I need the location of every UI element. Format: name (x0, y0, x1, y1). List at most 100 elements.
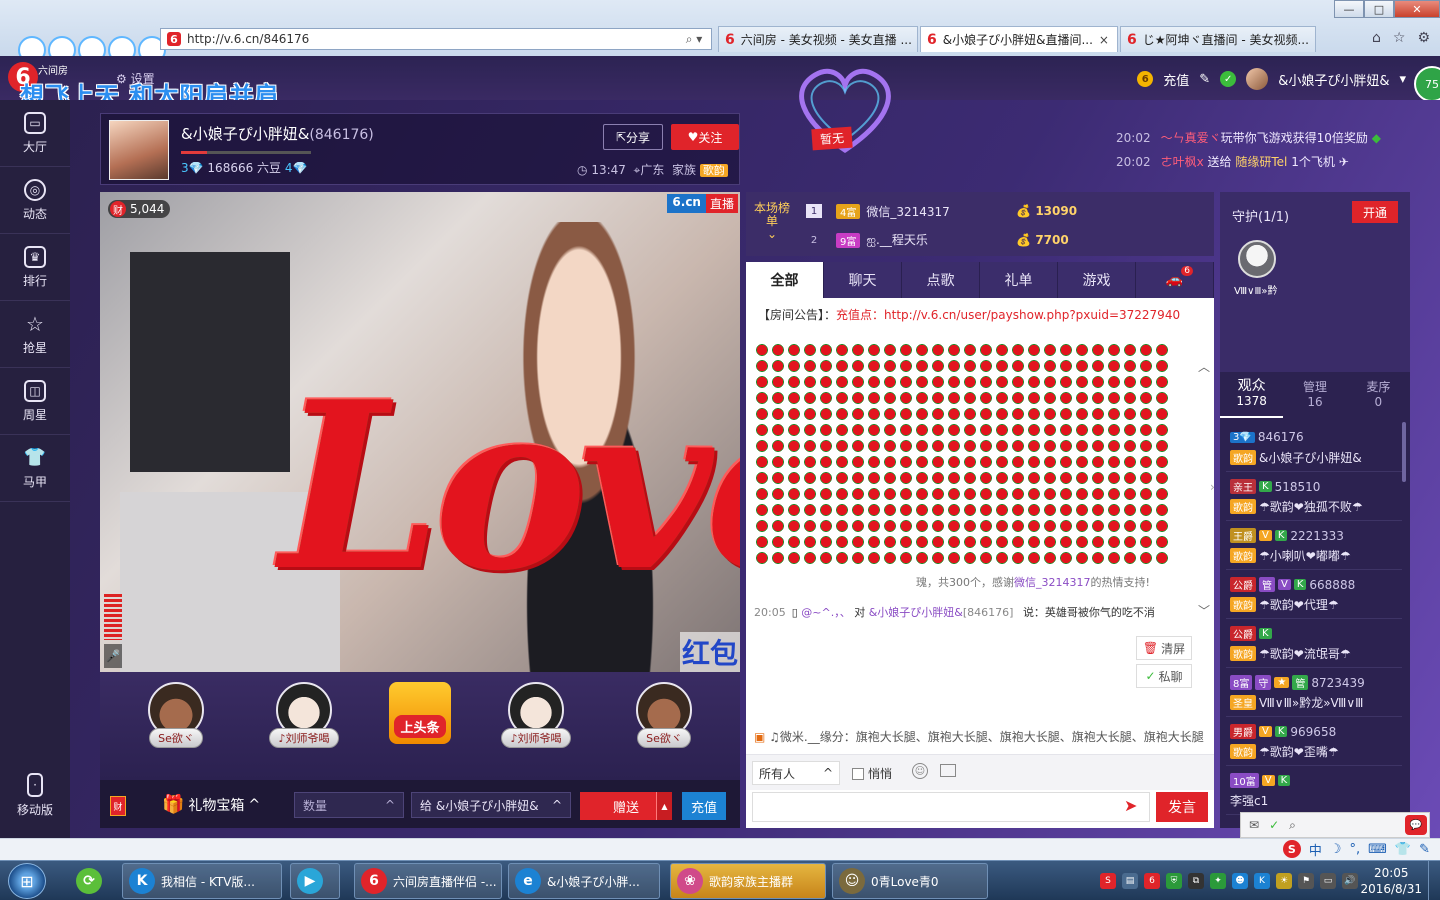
search-icon[interactable]: ⌕ ▾ (677, 32, 711, 47)
tab-game[interactable]: 游戏 (1058, 262, 1136, 298)
minimize-button[interactable]: — (1334, 0, 1364, 18)
gift-slot[interactable]: Se欲ヾ (616, 682, 712, 770)
audience-item[interactable]: 公爵管 V K 668888 歌韵 ☂歌韵❤代理☂ (1226, 571, 1402, 619)
taskbar-pin-360[interactable]: ⟳ (70, 863, 110, 899)
keyboard-icon[interactable]: ⌨ (1368, 842, 1387, 857)
chevron-down-icon[interactable]: ▾ (1399, 72, 1406, 87)
user-name[interactable]: &小娘子ぴ小胖妞& (1259, 449, 1362, 466)
audience-item[interactable]: 10富 V K 李强c1 (1226, 767, 1402, 815)
taskbar-item[interactable]: ☺ 0青Love青0 (832, 863, 988, 899)
sogou-icon[interactable]: S (1282, 840, 1301, 858)
network-icon[interactable]: ▤ (1122, 873, 1138, 889)
nav-item-weekly[interactable]: ◫ 周星 (0, 368, 70, 435)
taskbar-item[interactable]: e &小娘子ぴ小胖... (508, 863, 660, 899)
moon-icon[interactable]: ☽ (1330, 842, 1342, 857)
tab-gift-list[interactable]: 礼单 (980, 262, 1058, 298)
rank-row[interactable]: 2 9富 ஐ.__程天乐 💰 7700 (806, 226, 1196, 254)
shield-icon[interactable]: ⛨ (1166, 873, 1182, 889)
red-packet-label[interactable]: 红包 (679, 632, 740, 672)
user-name[interactable]: &小娘子ぴ小胖妞& (1278, 70, 1389, 89)
user-level-badge[interactable]: 75 (1414, 66, 1440, 102)
nav-item-vest[interactable]: 👕 马甲 (0, 435, 70, 502)
share-button[interactable]: ⇱ 分享 (603, 124, 663, 150)
tab-all[interactable]: 全部 (746, 262, 824, 298)
checkbox-box[interactable] (852, 767, 864, 780)
emoji-icon[interactable]: ☺ (912, 763, 928, 779)
user-avatar[interactable] (1246, 68, 1269, 90)
search-icon[interactable]: ⌕ (1289, 818, 1296, 833)
audience-item[interactable]: 公爵 K 歌韵 ☂歌韵❤流氓哥☂ (1226, 620, 1402, 668)
app-tray-icon[interactable]: ⧉ (1188, 873, 1204, 889)
ime-lang[interactable]: 中 (1309, 840, 1322, 859)
check-circle-icon[interactable]: ✓ (1269, 818, 1279, 832)
audience-scrollbar[interactable] (1402, 422, 1406, 482)
recharge-button[interactable]: 充值 (682, 792, 726, 820)
gift-slot[interactable]: Se欲ヾ (128, 682, 224, 770)
system-clock[interactable]: 20:05 2016/8/31 (1360, 865, 1422, 897)
gift-slot[interactable]: ♪刘师爷喝 (256, 682, 352, 770)
gift-box-button[interactable]: 🎁 礼物宝箱 ^ (162, 794, 260, 815)
show-desktop-button[interactable] (1428, 861, 1440, 900)
scroll-up-icon[interactable]: ︿ (1198, 358, 1210, 375)
user-name[interactable]: Ⅷ∨Ⅲ»黔龙»Ⅷ∨Ⅲ (1259, 694, 1363, 711)
nav-item-hall[interactable]: ▭ 大厅 (0, 100, 70, 167)
audience-item[interactable]: 3💎 846176 歌韵 &小娘子ぴ小胖妞& (1226, 424, 1402, 472)
quantity-select[interactable]: 数量 ^ (294, 792, 404, 818)
collapse-arrow-icon[interactable]: › (1210, 480, 1215, 494)
private-chat-button[interactable]: ✓ 私聊 (1136, 664, 1192, 688)
tab-liujianfang[interactable]: 6 六间房 - 美女视频 - 美女直播 ... (718, 26, 918, 52)
nav-item-feed[interactable]: ◎ 动态 (0, 167, 70, 234)
mail-icon[interactable]: ✉ (1249, 818, 1259, 832)
audience-item[interactable]: 王爵 V K 2221333 歌韵 ☂小喇叭❤嘟嘟☂ (1226, 522, 1402, 570)
send-message-button[interactable]: 发言 (1156, 792, 1208, 822)
rank-row[interactable]: 1 4富 微信_3214317 💰 13090 (806, 197, 1196, 225)
taskbar-item[interactable]: 6 六间房直播伴侣 -... (354, 863, 502, 899)
app-tray-icon[interactable]: ✦ (1210, 873, 1226, 889)
tab-close-icon[interactable]: × (1099, 33, 1109, 47)
scroll-down-icon[interactable]: ﹀ (1198, 602, 1210, 619)
recharge-link[interactable]: 充值 (1163, 70, 1189, 89)
follow-button[interactable]: ♥ 关注 (671, 124, 739, 150)
favorites-star-icon[interactable]: ☆ (1393, 30, 1406, 46)
nav-item-rank[interactable]: ♛ 排行 (0, 234, 70, 301)
anchor-avatar[interactable] (109, 120, 169, 180)
tab-akun-room[interactable]: 6 じ★阿坤ヾ直播间 - 美女视频... (1120, 26, 1316, 52)
address-bar[interactable]: 6 http://v.6.cn/846176 ⌕ ▾ (160, 28, 712, 50)
clear-screen-button[interactable]: 🗑 清屏 (1136, 636, 1192, 660)
user-name[interactable]: ☂小喇叭❤嘟嘟☂ (1259, 547, 1351, 564)
tab-mic-queue[interactable]: 麦序 0 (1347, 372, 1410, 418)
edit-icon[interactable]: ✎ (1199, 72, 1210, 87)
audience-item[interactable]: 男爵 V K 969658 歌韵 ☂歌韵❤歪嘴☂ (1226, 718, 1402, 766)
battery-icon[interactable]: ▭ (1320, 873, 1336, 889)
maximize-button[interactable]: □ (1364, 0, 1394, 18)
headline-button[interactable]: 上头条 (372, 682, 468, 770)
mobile-version-link[interactable]: · 移动版 (0, 773, 70, 818)
qq-icon[interactable]: ☻ (1232, 873, 1248, 889)
user-name[interactable]: ☂歌韵❤流氓哥☂ (1259, 645, 1351, 662)
six-room-tray-icon[interactable]: 6 (1144, 873, 1160, 889)
tool-icon[interactable]: ✎ (1419, 842, 1430, 857)
tab-chat[interactable]: 聊天 (824, 262, 902, 298)
user-name[interactable]: 李强c1 (1230, 792, 1268, 809)
whisper-checkbox[interactable]: 悄悄 (852, 765, 892, 782)
guard-member-name[interactable]: Ⅷ∨Ⅲ»黔 (1234, 282, 1278, 297)
check-icon[interactable]: ✓ (1220, 71, 1237, 87)
tab-song[interactable]: 点歌 (902, 262, 980, 298)
punct-icon[interactable]: °, (1350, 842, 1361, 857)
send-options-arrow-icon[interactable]: ▲ (656, 792, 672, 820)
audience-item[interactable]: 8富守 ★ 管 8723439 圣皇 Ⅷ∨Ⅲ»黔龙»Ⅷ∨Ⅲ (1226, 669, 1402, 717)
nav-item-star[interactable]: ☆ 抢星 (0, 301, 70, 368)
chat-input[interactable] (752, 792, 1150, 822)
tab-audience[interactable]: 观众 1378 (1220, 372, 1284, 418)
user-name[interactable]: ☂歌韵❤独孤不败☂ (1259, 498, 1363, 515)
gift-slot[interactable]: ♪刘师爷喝 (488, 682, 584, 770)
skin-icon[interactable]: 👕 (1395, 842, 1411, 857)
guard-avatar[interactable] (1238, 240, 1276, 278)
microphone-icon[interactable]: 🎤 (104, 644, 122, 668)
message-icon[interactable]: 💬 (1405, 815, 1427, 835)
user-name[interactable]: ☂歌韵❤代理☂ (1259, 596, 1339, 613)
family-badge[interactable]: 歌韵 (699, 164, 728, 177)
tab-current-room[interactable]: 6 &小娘子ぴ小胖妞&直播间... × (920, 26, 1118, 52)
chat-target-select[interactable]: 所有人 ^ (752, 761, 840, 785)
taskbar-item[interactable]: ▶ (290, 863, 340, 899)
